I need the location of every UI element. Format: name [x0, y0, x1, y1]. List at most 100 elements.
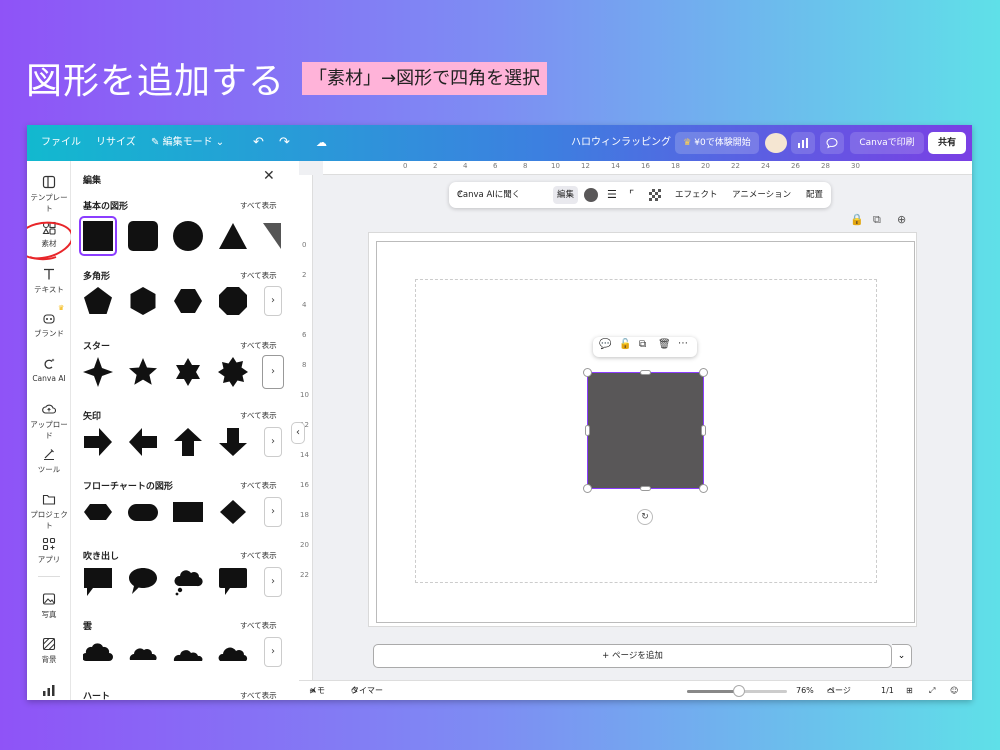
help-icon[interactable]: ☺ [950, 681, 958, 700]
rail-item-brand[interactable]: ブランド [27, 311, 71, 339]
print-with-canva-button[interactable]: Canvaで印刷 [850, 132, 924, 154]
rail-item-uploads[interactable]: アップロード [27, 402, 71, 441]
see-all-link[interactable]: すべて表示 [240, 620, 277, 631]
delete-icon[interactable]: 🗑 [658, 339, 671, 350]
selected-square-element[interactable] [583, 368, 708, 493]
octagon-shape[interactable] [218, 286, 248, 316]
avatar[interactable] [765, 133, 787, 153]
design-page[interactable]: 💬 🔓 ⧉ 🗑 ⋯ ↻ [369, 233, 916, 626]
resize-handle-top-left[interactable] [583, 368, 592, 377]
bar-chart-icon[interactable] [42, 682, 56, 700]
analytics-icon[interactable] [791, 132, 815, 154]
edit-button[interactable]: 編集 [553, 186, 579, 204]
see-all-link[interactable]: すべて表示 [240, 690, 277, 700]
share-button[interactable]: 共有 [928, 132, 966, 154]
redo-icon[interactable]: ↷ [279, 125, 290, 161]
file-menu[interactable]: ファイル [41, 125, 81, 161]
see-all-link[interactable]: すべて表示 [240, 410, 277, 421]
rail-item-tools[interactable]: ツール [27, 447, 71, 475]
add-page-dropdown[interactable]: ⌄ [892, 644, 912, 668]
rail-item-text[interactable]: テキスト [27, 267, 71, 295]
position-button[interactable]: 配置 [806, 182, 823, 208]
scroll-right-arrow[interactable]: › [262, 355, 284, 389]
zoom-slider[interactable] [687, 685, 787, 697]
rail-item-photos[interactable]: 写真 [27, 592, 71, 620]
zoom-percentage[interactable]: 76% [796, 681, 814, 700]
round-speech-bubble-shape[interactable] [128, 567, 158, 597]
grid-view-icon[interactable]: ⊞ [906, 681, 913, 700]
rail-item-background[interactable]: 背景 [27, 637, 71, 665]
rotate-handle-icon[interactable]: ↻ [637, 509, 653, 525]
lock-icon[interactable]: 🔒 [850, 213, 864, 226]
see-all-link[interactable]: すべて表示 [240, 200, 277, 211]
rect-speech-bubble-shape[interactable] [83, 567, 113, 597]
triangle-shape[interactable] [218, 221, 248, 251]
resize-handle-bottom-right[interactable] [699, 484, 708, 493]
border-style-icon[interactable]: ☰ [607, 182, 617, 208]
resize-menu[interactable]: リサイズ [96, 125, 136, 161]
hexagon-shape[interactable] [128, 286, 158, 316]
left-arrow-shape[interactable] [128, 427, 158, 457]
rail-item-canva-ai[interactable]: Canva AI [27, 357, 71, 383]
collapse-panel-handle[interactable]: ‹ [291, 422, 305, 444]
add-page-icon[interactable]: ⊕ [897, 213, 906, 226]
fullscreen-icon[interactable]: ⤢ [929, 681, 935, 700]
flowchart-decision-shape[interactable] [218, 497, 248, 527]
six-point-star-shape[interactable] [173, 357, 203, 387]
free-trial-button[interactable]: ♛ ¥0で体験開始 [675, 132, 759, 154]
cloud-shape-2[interactable] [128, 637, 158, 667]
scroll-right-arrow[interactable]: › [264, 286, 282, 316]
flowchart-terminator-shape[interactable] [128, 504, 158, 521]
cloud-shape-3[interactable] [173, 637, 203, 667]
resize-handle-right[interactable] [701, 425, 706, 436]
resize-handle-left[interactable] [585, 425, 590, 436]
eight-point-star-shape[interactable] [218, 357, 248, 387]
zoom-slider-thumb[interactable] [733, 685, 745, 697]
scroll-right-arrow[interactable]: › [264, 637, 282, 667]
scroll-right-arrow[interactable]: › [264, 427, 282, 457]
comment-icon[interactable] [820, 132, 844, 154]
heptagon-shape[interactable] [173, 286, 203, 316]
down-arrow-shape[interactable] [218, 427, 248, 457]
close-icon[interactable]: ✕ [263, 168, 275, 184]
partial-shape[interactable] [261, 221, 281, 251]
pentagon-shape[interactable] [83, 286, 113, 316]
edit-mode-dropdown[interactable]: ✎ 編集モード ⌄ [151, 125, 224, 161]
flowchart-process-shape[interactable] [173, 502, 203, 522]
circle-shape[interactable] [173, 221, 203, 251]
right-arrow-shape[interactable] [83, 427, 113, 457]
animation-button[interactable]: アニメーション [732, 182, 791, 208]
cloud-shape-4[interactable] [218, 637, 248, 667]
more-options-icon[interactable]: ⋯ [678, 338, 688, 349]
cloud-shape-1[interactable] [83, 637, 113, 667]
duplicate-page-icon[interactable]: ⧉ [873, 213, 881, 227]
resize-handle-bottom[interactable] [640, 486, 651, 491]
comment-add-icon[interactable]: 💬 [599, 339, 611, 350]
four-point-star-shape[interactable] [83, 357, 113, 387]
rounded-rect-speech-bubble-shape[interactable] [218, 567, 248, 597]
rail-item-projects[interactable]: プロジェクト [27, 492, 71, 531]
effects-button[interactable]: エフェクト [675, 182, 718, 208]
undo-icon[interactable]: ↶ [253, 125, 264, 161]
resize-handle-top[interactable] [640, 370, 651, 375]
fill-color-swatch[interactable] [584, 188, 598, 202]
up-arrow-shape[interactable] [173, 427, 203, 457]
rail-item-apps[interactable]: アプリ [27, 537, 71, 565]
resize-handle-bottom-left[interactable] [583, 484, 592, 493]
transparency-icon[interactable] [649, 189, 661, 201]
see-all-link[interactable]: すべて表示 [240, 550, 277, 561]
resize-handle-top-right[interactable] [699, 368, 708, 377]
see-all-link[interactable]: すべて表示 [240, 480, 277, 491]
see-all-link[interactable]: すべて表示 [240, 270, 277, 281]
rounded-square-shape[interactable] [128, 221, 158, 251]
corner-rounding-icon[interactable]: ⌜ [629, 182, 634, 208]
see-all-link[interactable]: すべて表示 [240, 340, 277, 351]
document-title[interactable]: ハロウィンラッピング [571, 125, 671, 161]
cloud-save-icon[interactable]: ☁ [316, 125, 327, 161]
duplicate-icon[interactable]: ⧉ [639, 339, 646, 350]
add-page-button[interactable]: + ページを追加 [373, 644, 892, 668]
rail-item-templates[interactable]: テンプレート [27, 175, 71, 214]
scroll-right-arrow[interactable]: › [264, 497, 282, 527]
lock-icon[interactable]: 🔓 [619, 339, 631, 350]
cloud-speech-bubble-shape[interactable] [173, 567, 203, 597]
